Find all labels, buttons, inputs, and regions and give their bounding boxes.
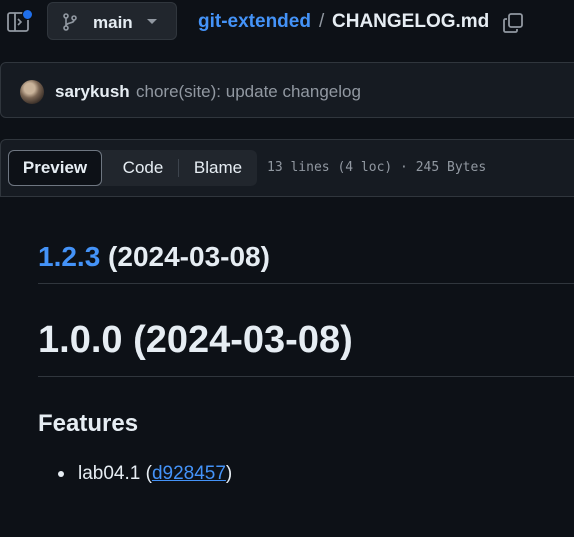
tab-blame[interactable]: Blame bbox=[183, 150, 253, 186]
markdown-body: 1.2.3 (2024-03-08) 1.0.0 (2024-03-08) Fe… bbox=[0, 197, 574, 537]
version-link[interactable]: 1.2.3 bbox=[38, 241, 100, 272]
file-header: Preview Code Blame 13 lines (4 loc) · 24… bbox=[0, 139, 574, 197]
tab-preview[interactable]: Preview bbox=[8, 150, 102, 186]
heading-divider bbox=[38, 283, 574, 284]
notification-dot bbox=[22, 9, 33, 20]
copy-icon[interactable] bbox=[502, 12, 524, 34]
version-heading-1-2-3: 1.2.3 (2024-03-08) bbox=[38, 241, 270, 273]
file-info: 13 lines (4 loc) · 245 Bytes bbox=[267, 160, 487, 175]
branch-name: main bbox=[93, 13, 133, 32]
view-mode-switcher: Preview Code Blame bbox=[8, 150, 257, 186]
breadcrumb-file-name: CHANGELOG.md bbox=[332, 11, 490, 32]
list-item-suffix: ) bbox=[225, 463, 233, 484]
git-branch-icon bbox=[63, 13, 77, 31]
list-item-text: lab04.1 ( bbox=[78, 463, 152, 484]
top-bar: main git-extended / CHANGELOG.md bbox=[0, 0, 574, 46]
commit-message-link[interactable]: chore(site): update changelog bbox=[136, 82, 361, 102]
version-heading-1-0-0: 1.0.0 (2024-03-08) bbox=[38, 319, 353, 361]
breadcrumb-repo-link[interactable]: git-extended bbox=[198, 11, 311, 33]
version-date: (2024-03-08) bbox=[100, 241, 270, 272]
list-bullet bbox=[58, 471, 64, 477]
heading-divider bbox=[38, 376, 574, 377]
latest-commit-bar: sarykush chore(site): update changelog bbox=[0, 62, 574, 118]
commit-hash-link[interactable]: d928457 bbox=[152, 463, 226, 484]
branch-selector-button[interactable]: main bbox=[47, 2, 177, 40]
features-heading: Features bbox=[38, 410, 139, 437]
commit-author-link[interactable]: sarykush bbox=[55, 82, 130, 102]
tab-code[interactable]: Code bbox=[110, 150, 176, 186]
avatar[interactable] bbox=[20, 80, 44, 104]
caret-down-icon bbox=[147, 19, 157, 24]
tab-divider bbox=[178, 159, 179, 177]
breadcrumb-separator: / bbox=[319, 11, 325, 32]
